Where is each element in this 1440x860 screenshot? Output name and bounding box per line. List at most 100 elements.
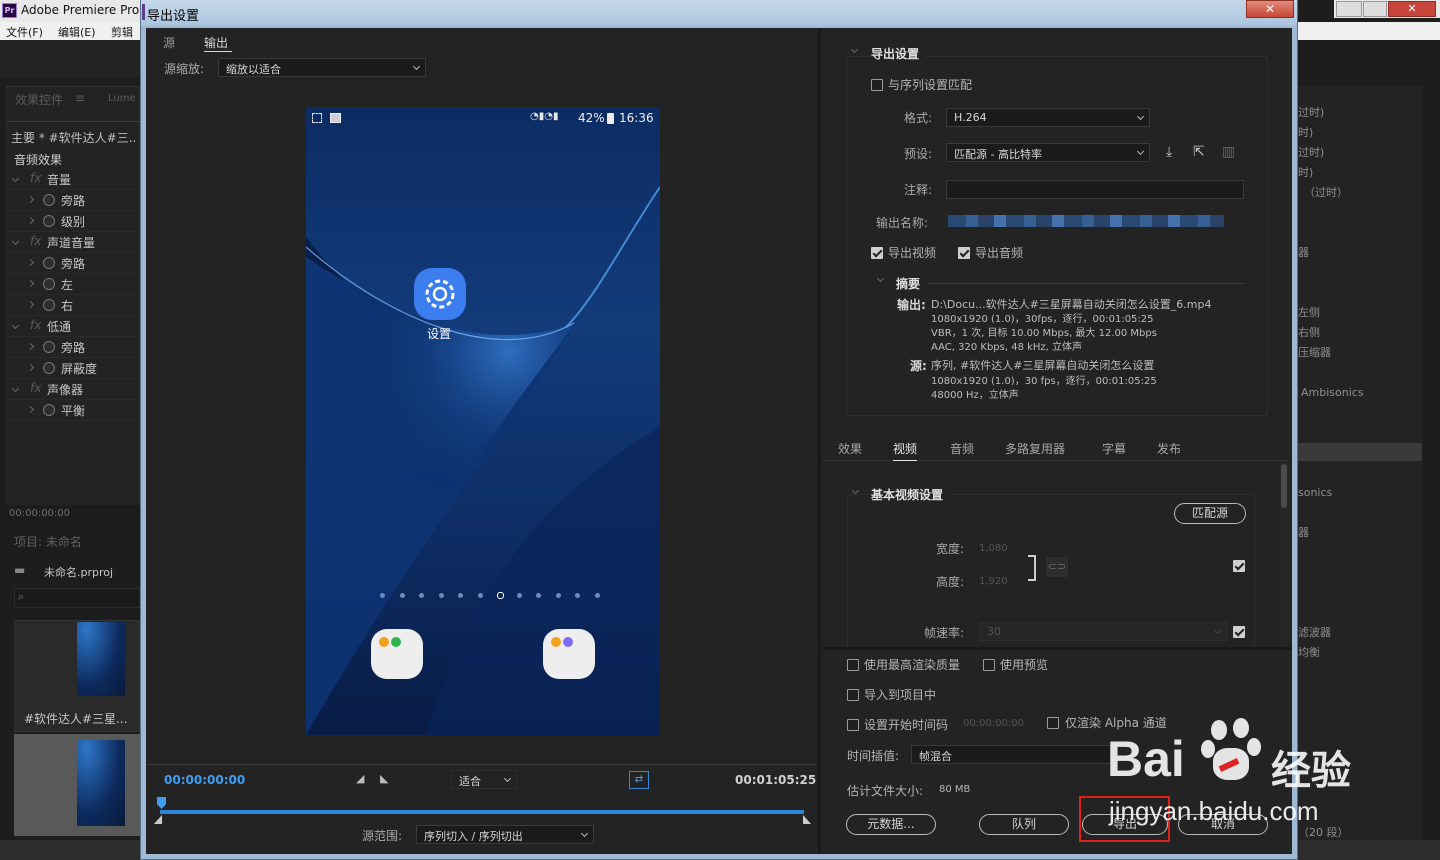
settings-tab[interactable]: 音频 xyxy=(950,440,974,457)
effect-list-item[interactable]: 均衡 xyxy=(1298,644,1320,660)
panel-menu-icon[interactable]: ≡ xyxy=(75,91,85,105)
effect-list-item[interactable]: 过时) xyxy=(1298,104,1324,120)
settings-tab[interactable]: 效果 xyxy=(838,440,862,457)
effect-row[interactable]: 平衡 xyxy=(8,401,136,421)
maximize-button[interactable] xyxy=(1363,1,1387,17)
scrollbar-thumb[interactable] xyxy=(1281,464,1287,508)
menu-clip[interactable]: 剪辑 xyxy=(111,24,133,40)
use-preview-checkbox[interactable] xyxy=(983,659,995,671)
effect-list-item[interactable]: 滤波器 xyxy=(1298,624,1331,640)
comment-input[interactable] xyxy=(946,180,1244,199)
format-dropdown[interactable]: H.264 xyxy=(946,108,1150,127)
effect-row[interactable]: 旁路 xyxy=(8,254,136,274)
save-preset-icon[interactable]: ⤓ xyxy=(1166,144,1172,160)
effect-row[interactable]: 右 xyxy=(8,296,136,316)
delete-preset-icon[interactable]: ▥ xyxy=(1222,144,1235,160)
timecode-start[interactable]: 00:00:00:00 xyxy=(164,773,245,787)
width-height-match-checkbox[interactable] xyxy=(1233,560,1245,572)
effect-list-item[interactable]: （20 段） xyxy=(1298,824,1349,840)
queue-button[interactable]: 队列 xyxy=(979,814,1069,835)
output-name-link[interactable] xyxy=(948,215,1224,227)
settings-tab[interactable]: 视频 xyxy=(893,440,918,461)
framerate-dropdown[interactable]: 30 xyxy=(979,622,1227,641)
menu-file[interactable]: 文件(F) xyxy=(6,24,43,40)
fx-icon[interactable]: fx xyxy=(30,234,41,248)
expand-icon[interactable] xyxy=(11,321,20,330)
max-render-checkbox[interactable] xyxy=(847,659,859,671)
stopwatch-icon[interactable] xyxy=(43,404,55,416)
source-range-dropdown[interactable]: 序列切入 / 序列切出 xyxy=(416,825,594,844)
settings-tab[interactable]: 发布 xyxy=(1157,440,1181,457)
effect-list-item[interactable]: 左侧 xyxy=(1298,304,1320,320)
expand-icon[interactable] xyxy=(26,258,35,267)
stopwatch-icon[interactable] xyxy=(43,362,55,374)
stopwatch-icon[interactable] xyxy=(43,341,55,353)
tab-source[interactable]: 源 xyxy=(163,34,175,51)
effect-list-item[interactable]: 时) xyxy=(1298,164,1313,180)
close-window-button[interactable]: ✕ xyxy=(1388,1,1436,17)
set-start-tc-checkbox[interactable] xyxy=(847,719,859,731)
effect-list-item[interactable]: 器 xyxy=(1298,244,1309,260)
expand-icon[interactable] xyxy=(26,342,35,351)
menu-edit[interactable]: 编辑(E) xyxy=(58,24,96,40)
expand-icon[interactable] xyxy=(26,363,35,372)
fx-icon[interactable]: fx xyxy=(30,171,41,185)
fx-icon[interactable]: fx xyxy=(30,318,41,332)
effect-list-item[interactable]: 压缩器 xyxy=(1298,344,1331,360)
effect-row[interactable]: 屏蔽度 xyxy=(8,359,136,379)
expand-icon[interactable] xyxy=(11,237,20,246)
effect-row[interactable]: 左 xyxy=(8,275,136,295)
settings-scrollbar[interactable] xyxy=(1280,462,1288,646)
width-value[interactable]: 1,080 xyxy=(979,543,1008,554)
effect-row[interactable]: fx 声像器 xyxy=(8,380,136,400)
expand-icon[interactable] xyxy=(26,300,35,309)
stopwatch-icon[interactable] xyxy=(43,299,55,311)
height-value[interactable]: 1,920 xyxy=(979,576,1008,587)
stopwatch-icon[interactable] xyxy=(43,278,55,290)
effect-list-item[interactable]: 右侧 xyxy=(1298,324,1320,340)
effect-list-item[interactable]: sonics xyxy=(1298,486,1332,499)
expand-icon[interactable] xyxy=(26,195,35,204)
expand-icon[interactable] xyxy=(11,384,20,393)
tab-output[interactable]: 输出 xyxy=(204,34,228,51)
start-tc-value[interactable]: 00:00:00:00 xyxy=(963,718,1024,729)
import-project-checkbox[interactable] xyxy=(847,689,859,701)
effect-list-item[interactable]: 时) xyxy=(1298,124,1313,140)
fit-dropdown[interactable]: 适合 xyxy=(451,770,517,789)
expand-icon[interactable] xyxy=(26,216,35,225)
effect-row[interactable]: fx 音量 xyxy=(8,170,136,190)
expand-icon[interactable] xyxy=(26,405,35,414)
cancel-button[interactable]: 取消 xyxy=(1178,814,1268,835)
set-out-point-icon[interactable]: ◣ xyxy=(380,772,388,785)
effect-row[interactable]: 级别 xyxy=(8,212,136,232)
project-search-input[interactable] xyxy=(14,588,140,608)
alpha-only-checkbox[interactable] xyxy=(1047,717,1059,729)
expand-icon[interactable] xyxy=(26,279,35,288)
match-sequence-checkbox[interactable] xyxy=(871,79,883,91)
settings-tab[interactable]: 字幕 xyxy=(1102,440,1126,457)
source-scale-dropdown[interactable]: 缩放以适合 xyxy=(218,58,426,77)
effect-row[interactable]: 旁路 xyxy=(8,338,136,358)
dialog-close-button[interactable]: ✕ xyxy=(1246,0,1294,18)
set-in-point-icon[interactable]: ◢ xyxy=(356,772,364,785)
fx-icon[interactable]: fx xyxy=(30,381,41,395)
effect-list-item[interactable]: 过时) xyxy=(1298,144,1324,160)
match-source-button[interactable]: 匹配源 xyxy=(1174,503,1246,524)
effect-row[interactable]: 旁路 xyxy=(8,191,136,211)
aspect-toggle-icon[interactable]: ⇄ xyxy=(629,771,649,789)
tab-lumetri[interactable]: Lume xyxy=(108,93,136,104)
effect-row[interactable]: fx 低通 xyxy=(8,317,136,337)
link-dimensions-icon[interactable]: ⊂⊃ xyxy=(1046,557,1068,577)
effect-list-item[interactable]: 器 xyxy=(1298,524,1309,540)
tab-effect-controls[interactable]: 效果控件 xyxy=(15,91,63,108)
effect-list-item[interactable]: Ambisonics xyxy=(1301,386,1364,399)
settings-tab[interactable]: 多路复用器 xyxy=(1005,440,1065,457)
metadata-button[interactable]: 元数据... xyxy=(846,814,936,835)
stopwatch-icon[interactable] xyxy=(43,194,55,206)
stopwatch-icon[interactable] xyxy=(43,215,55,227)
minimize-button[interactable] xyxy=(1336,1,1362,17)
import-preset-icon[interactable]: ⇱ xyxy=(1193,144,1205,160)
expand-icon[interactable] xyxy=(11,174,20,183)
export-video-checkbox[interactable] xyxy=(871,247,883,259)
preset-dropdown[interactable]: 匹配源 - 高比特率 xyxy=(946,143,1150,162)
